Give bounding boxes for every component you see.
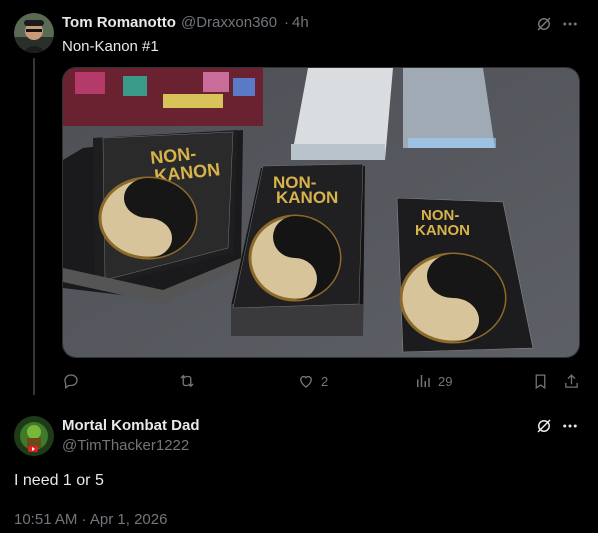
- reply-timestamp[interactable]: 10:51 AM · Apr 1, 2026: [14, 511, 167, 528]
- thread-connector: [33, 58, 35, 395]
- reply-author-avatar[interactable]: [14, 416, 54, 456]
- more-options-icon[interactable]: [560, 14, 580, 34]
- reply-icon: [64, 374, 78, 390]
- reply-button[interactable]: [62, 372, 86, 390]
- author-name[interactable]: Tom Romanotto: [62, 14, 176, 31]
- share-button[interactable]: [561, 371, 581, 391]
- like-count: 2: [321, 373, 329, 389]
- views-count: 29: [438, 373, 453, 389]
- reply-author-name[interactable]: Mortal Kombat Dad: [62, 417, 200, 434]
- author-handle[interactable]: @Draxxon360: [181, 14, 277, 31]
- tweet-image[interactable]: NON- KANON NON- KANON NON- KANON: [62, 67, 580, 358]
- retweet-button[interactable]: [178, 372, 202, 390]
- handle-separator: ·: [284, 14, 289, 31]
- bookmark-icon: [535, 373, 545, 389]
- heart-icon: [300, 375, 312, 388]
- share-icon: [564, 373, 578, 388]
- reply-text: I need 1 or 5: [14, 472, 104, 489]
- reply-author-handle[interactable]: @TimThacker1222: [62, 437, 189, 454]
- author-avatar[interactable]: [14, 13, 54, 53]
- reply-grok-icon[interactable]: [534, 416, 554, 436]
- views-button[interactable]: 29: [414, 372, 452, 390]
- tweet-text: Non-Kanon #1: [62, 38, 159, 55]
- tweet-time[interactable]: 4h: [292, 14, 309, 31]
- like-button[interactable]: 2: [297, 372, 328, 390]
- svg-text:KANON: KANON: [276, 188, 338, 207]
- retweet-icon: [180, 374, 194, 388]
- bookmark-button[interactable]: [530, 371, 550, 391]
- grok-icon[interactable]: [534, 14, 554, 34]
- reply-more-options-icon[interactable]: [560, 416, 580, 436]
- views-icon: [417, 375, 430, 387]
- svg-text:KANON: KANON: [415, 222, 470, 239]
